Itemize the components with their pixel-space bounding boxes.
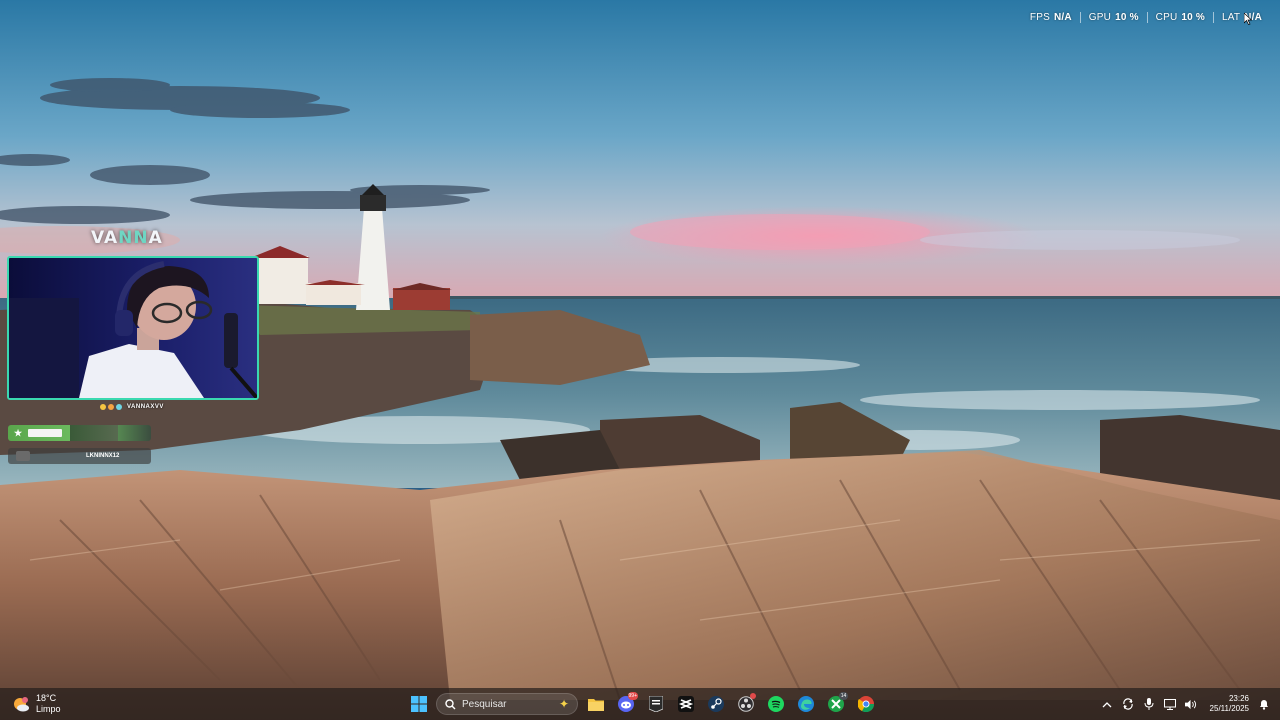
windows-logo-icon	[411, 696, 427, 712]
star-icon: ★	[14, 427, 23, 438]
cpu-value: 10 %	[1181, 12, 1205, 23]
event-label: LKNINNX12	[86, 453, 120, 459]
display-icon[interactable]	[1163, 698, 1176, 710]
status-dot	[750, 693, 756, 699]
taskbar-app-epic-games[interactable]	[644, 692, 668, 716]
taskbar-center: Pesquisar ✦ 99+ 14	[408, 692, 878, 716]
stream-event-row: LKNINNX12	[8, 448, 151, 464]
copilot-sparkle-icon: ✦	[558, 697, 569, 711]
steam-icon	[708, 696, 724, 712]
taskbar-app-discord[interactable]: 99+	[614, 692, 638, 716]
stream-event-row: ★	[8, 425, 151, 441]
taskbar-clock[interactable]: 23:26 25/11/2025	[1210, 694, 1249, 714]
spotify-icon	[768, 696, 784, 712]
weather-condition: Limpo	[36, 704, 61, 714]
cpu-label: CPU	[1155, 12, 1178, 23]
weather-widget[interactable]: 18°C Limpo	[12, 693, 61, 715]
event-avatar-icon	[16, 451, 30, 461]
handle-dot-icon	[108, 404, 114, 410]
event-thumbnail	[70, 425, 119, 441]
search-icon	[445, 698, 456, 709]
volume-icon[interactable]	[1184, 698, 1197, 710]
fps-value: N/A	[1053, 12, 1072, 23]
notification-badge: 99+	[627, 692, 638, 700]
taskbar-app-xbox[interactable]: 14	[824, 692, 848, 716]
event-username-redacted	[28, 429, 63, 437]
microphone-icon[interactable]	[1143, 698, 1155, 710]
taskbar-app-chrome[interactable]	[854, 692, 878, 716]
epic-games-icon	[649, 696, 663, 712]
channel-handle-label: VANNAXVV	[127, 404, 164, 410]
taskbar-app-edge[interactable]	[794, 692, 818, 716]
webcam-feed	[7, 256, 259, 400]
handle-dot-icon	[116, 404, 122, 410]
lighthouse	[356, 184, 390, 310]
gpu-label: GPU	[1088, 12, 1112, 23]
start-button[interactable]	[408, 693, 430, 715]
webcam-person-image	[9, 258, 257, 398]
edge-icon	[798, 696, 814, 712]
mouse-cursor-icon	[1244, 13, 1252, 25]
taskbar-app-steam[interactable]	[704, 692, 728, 716]
weather-temperature: 18°C	[36, 693, 57, 703]
notification-bell-icon[interactable]	[1258, 698, 1270, 710]
cpu-metric: CPU 10 %	[1146, 12, 1213, 23]
chevron-up-icon[interactable]	[1101, 698, 1113, 710]
fps-label: FPS	[1029, 12, 1050, 23]
system-tray: 23:26 25/11/2025	[1101, 692, 1270, 716]
taskbar-app-capcut[interactable]	[674, 692, 698, 716]
taskbar-app-spotify[interactable]	[764, 692, 788, 716]
handle-dot-icon	[100, 404, 106, 410]
capcut-icon	[678, 696, 694, 712]
folder-icon	[588, 699, 604, 711]
taskbar-app-obs[interactable]	[734, 692, 758, 716]
search-placeholder: Pesquisar	[462, 698, 507, 710]
clock-time: 23:26	[1228, 694, 1249, 703]
taskbar-app-file-explorer[interactable]	[584, 692, 608, 716]
gpu-metric: GPU 10 %	[1079, 12, 1147, 23]
chrome-icon	[858, 696, 874, 712]
lat-label: LAT	[1221, 12, 1241, 23]
stream-brand-logo: VANNA	[91, 228, 163, 248]
sync-icon[interactable]	[1122, 698, 1134, 710]
fps-metric: FPS N/A	[1022, 12, 1080, 23]
lat-metric: LAT N/A	[1212, 12, 1270, 23]
taskbar-search[interactable]: Pesquisar ✦	[436, 693, 578, 715]
clock-date: 25/11/2025	[1209, 704, 1249, 713]
notification-badge: 14	[839, 692, 848, 700]
sun-cloud-icon	[14, 697, 29, 712]
windows-taskbar: 18°C Limpo Pesquisar ✦ 99+ 14 23:26 25/1…	[0, 688, 1280, 720]
performance-overlay: FPS N/A GPU 10 % CPU 10 % LAT N/A	[1022, 12, 1270, 23]
channel-handle: VANNAXVV	[100, 404, 164, 410]
gpu-value: 10 %	[1115, 12, 1139, 23]
